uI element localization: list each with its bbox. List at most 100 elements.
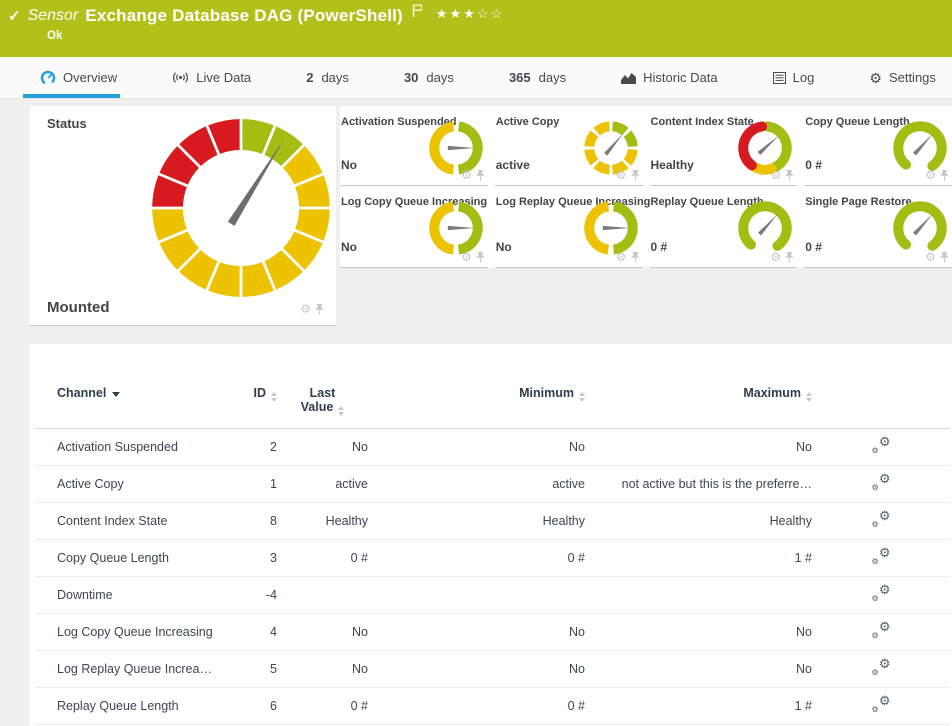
gauge-needle bbox=[448, 146, 475, 150]
flag-icon bbox=[412, 4, 423, 23]
priority-stars[interactable]: ★★★☆☆ bbox=[436, 6, 504, 22]
tab-label: days bbox=[321, 70, 348, 85]
header-label: Minimum bbox=[519, 386, 574, 400]
panel-gear-icon[interactable]: ⚙ bbox=[770, 169, 781, 181]
tab-historic-data[interactable]: Historic Data bbox=[621, 57, 717, 98]
historic-chart-icon bbox=[621, 72, 636, 84]
gauge-needle bbox=[758, 212, 779, 235]
panel-gear-icon[interactable]: ⚙ bbox=[461, 251, 472, 263]
pin-icon[interactable] bbox=[940, 252, 949, 263]
panel-gear-icon[interactable]: ⚙ bbox=[925, 169, 936, 181]
tab-2-days[interactable]: 2 days bbox=[306, 57, 349, 98]
table-header-row: Channel ID LastValue Minimum Maximum bbox=[35, 386, 950, 429]
channel-name[interactable]: Activation Suspended bbox=[35, 429, 240, 466]
tab-live-data[interactable]: Live Data bbox=[172, 57, 251, 98]
gauge-value: No bbox=[496, 240, 512, 254]
panel-gear-icon[interactable]: ⚙ bbox=[300, 303, 311, 315]
channel-id: 3 bbox=[240, 540, 277, 577]
channel-minimum: No bbox=[368, 651, 585, 688]
pin-icon[interactable] bbox=[476, 170, 485, 181]
channel-name[interactable]: Downtime bbox=[35, 577, 240, 614]
gauge-value: 0 # bbox=[651, 240, 668, 254]
tab-log[interactable]: Log bbox=[773, 57, 815, 98]
channel-name[interactable]: Active Copy bbox=[35, 466, 240, 503]
table-row: Log Copy Queue Increasing 4 No No No ⚙⚙ bbox=[35, 614, 950, 651]
panel-gear-icon[interactable]: ⚙ bbox=[925, 251, 936, 263]
panel-gear-icon[interactable]: ⚙ bbox=[770, 251, 781, 263]
channel-last-value: Healthy bbox=[277, 503, 368, 540]
sensor-status-badge: Ok bbox=[47, 30, 62, 42]
pin-icon[interactable] bbox=[940, 170, 949, 181]
object-kind-label: Sensor bbox=[28, 7, 79, 25]
channel-id: -4 bbox=[240, 577, 277, 614]
table-row: Content Index State 8 Healthy Healthy He… bbox=[35, 503, 950, 540]
channel-minimum: No bbox=[368, 429, 585, 466]
sort-icon bbox=[271, 392, 277, 402]
channel-id: 2 bbox=[240, 429, 277, 466]
pin-icon[interactable] bbox=[785, 170, 794, 181]
gauge-needle bbox=[604, 132, 625, 156]
live-data-icon bbox=[172, 71, 189, 84]
gauge-title: Active Copy bbox=[496, 116, 560, 128]
channel-settings-icon[interactable]: ⚙⚙ bbox=[872, 586, 891, 602]
pin-icon[interactable] bbox=[631, 170, 640, 181]
panel-gear-icon[interactable]: ⚙ bbox=[616, 251, 627, 263]
panel-gear-icon[interactable]: ⚙ bbox=[616, 169, 627, 181]
sensor-title: Exchange Database DAG (PowerShell) bbox=[85, 6, 403, 26]
channel-name[interactable]: Content Index State bbox=[35, 503, 240, 540]
pin-icon[interactable] bbox=[476, 252, 485, 263]
channel-settings-icon[interactable]: ⚙⚙ bbox=[872, 438, 891, 454]
table-row: Log Replay Queue Increa… 5 No No No ⚙⚙ bbox=[35, 651, 950, 688]
channel-settings-icon[interactable]: ⚙⚙ bbox=[872, 697, 891, 713]
channel-minimum bbox=[368, 577, 585, 614]
channel-id: 8 bbox=[240, 503, 277, 540]
header-actions bbox=[812, 386, 950, 429]
header-maximum[interactable]: Maximum bbox=[585, 386, 812, 429]
status-panel: Status bbox=[30, 106, 336, 326]
header-minimum[interactable]: Minimum bbox=[368, 386, 585, 429]
channel-id: 5 bbox=[240, 651, 277, 688]
gauge-panel-log-copy-queue-increasing: Log Copy Queue Increasing No ⚙ bbox=[340, 186, 488, 268]
tab-label: days bbox=[539, 70, 566, 85]
pin-icon[interactable] bbox=[631, 252, 640, 263]
header-label: Value bbox=[301, 400, 334, 414]
channel-name[interactable]: Replay Queue Length bbox=[35, 688, 240, 725]
channel-maximum: 1 # bbox=[585, 688, 812, 725]
sort-icon bbox=[579, 392, 585, 402]
channel-settings-icon[interactable]: ⚙⚙ bbox=[872, 660, 891, 676]
tab-overview[interactable]: Overview bbox=[40, 57, 117, 98]
channel-maximum: Healthy bbox=[585, 503, 812, 540]
channel-name[interactable]: Log Replay Queue Increa… bbox=[35, 651, 240, 688]
gauge-replay-queue-length bbox=[736, 199, 794, 257]
table-row: Downtime -4 ⚙⚙ bbox=[35, 577, 950, 614]
gauge-needle bbox=[913, 132, 934, 155]
channel-name[interactable]: Copy Queue Length bbox=[35, 540, 240, 577]
tab-label: Settings bbox=[889, 70, 936, 85]
channel-settings-icon[interactable]: ⚙⚙ bbox=[872, 549, 891, 565]
tab-settings[interactable]: ⚙ Settings bbox=[869, 57, 936, 98]
panel-gear-icon[interactable]: ⚙ bbox=[461, 169, 472, 181]
status-value: Mounted bbox=[47, 299, 109, 316]
tab-30-days[interactable]: 30 days bbox=[404, 57, 454, 98]
channel-settings-icon[interactable]: ⚙⚙ bbox=[872, 512, 891, 528]
table-row: Activation Suspended 2 No No No ⚙⚙ bbox=[35, 429, 950, 466]
channel-settings-icon[interactable]: ⚙⚙ bbox=[872, 623, 891, 639]
gauge-panel-copy-queue-length: Copy Queue Length 0 # ⚙ bbox=[804, 106, 952, 186]
channel-id: 4 bbox=[240, 614, 277, 651]
channels-table: Channel ID LastValue Minimum Maximum Act… bbox=[35, 386, 950, 726]
header-channel[interactable]: Channel bbox=[35, 386, 240, 429]
tab-365-days[interactable]: 365 days bbox=[509, 57, 566, 98]
channel-maximum: No bbox=[585, 614, 812, 651]
pin-icon[interactable] bbox=[315, 304, 324, 315]
gauge-needle bbox=[758, 134, 781, 155]
gauge-panel-activation-suspended: Activation Suspended No ⚙ bbox=[340, 106, 488, 186]
pin-icon[interactable] bbox=[785, 252, 794, 263]
channel-settings-icon[interactable]: ⚙⚙ bbox=[872, 475, 891, 491]
channel-name[interactable]: Log Copy Queue Increasing bbox=[35, 614, 240, 651]
tab-number: 2 bbox=[306, 70, 313, 85]
header-last-value[interactable]: LastValue bbox=[277, 386, 368, 429]
channel-minimum: Healthy bbox=[368, 503, 585, 540]
sort-desc-icon bbox=[112, 392, 120, 397]
channel-id: 6 bbox=[240, 688, 277, 725]
header-id[interactable]: ID bbox=[240, 386, 277, 429]
